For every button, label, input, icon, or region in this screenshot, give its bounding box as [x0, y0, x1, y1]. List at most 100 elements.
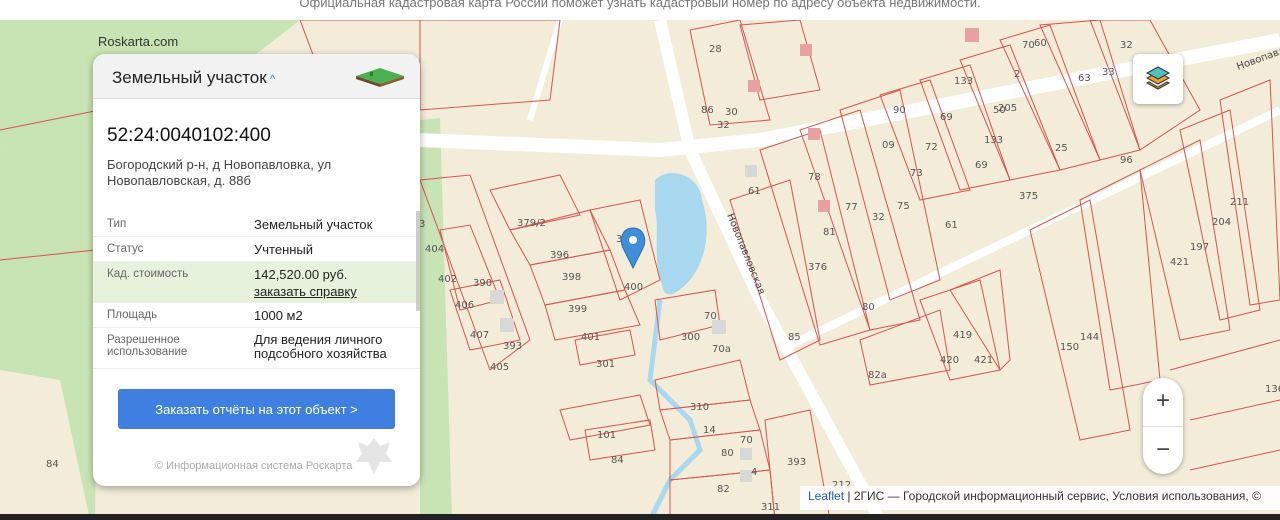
cadastral-number: 52:24:0040102:400: [107, 125, 271, 146]
parcel-label: 311: [761, 502, 780, 513]
zoom-control: + −: [1143, 378, 1183, 474]
panel-title[interactable]: Земельный участок ^: [112, 68, 275, 88]
parcel-label: 419: [953, 330, 972, 341]
panel-copyright: © Информационная система Роскарта: [155, 460, 353, 472]
map-attribution: Leaflet | 2ГИС — Городской информационны…: [800, 486, 1280, 510]
parcel-label: 85: [788, 332, 801, 343]
parcel-label: 82: [717, 484, 730, 495]
parcel-label: 301: [596, 359, 615, 370]
attr-key: Статус: [107, 243, 144, 255]
parcel-label: 375: [1019, 191, 1038, 202]
parcel-label: 144: [1080, 332, 1099, 343]
land-plot-icon: [356, 68, 404, 87]
parcel-label: 150: [1060, 342, 1079, 353]
parcel-label: 75: [897, 201, 910, 212]
parcel-label: 406: [455, 300, 474, 311]
parcel-label: 69: [940, 112, 953, 123]
parcel-label: 393: [787, 457, 806, 468]
layers-button[interactable]: [1133, 54, 1183, 104]
parcel-label: 136: [1265, 384, 1280, 395]
attr-key: Кад. стоимость: [107, 268, 189, 280]
top-banner: Официальная кадастровая карта России пом…: [0, 0, 1280, 20]
parcel-label: 86: [701, 105, 714, 116]
zoom-out-button[interactable]: −: [1143, 427, 1183, 475]
parcel-label: 73: [910, 168, 923, 179]
parcel-label: 420: [940, 355, 959, 366]
parcel-address: Богородский р-н, д Новопавловка, ул Ново…: [107, 157, 332, 188]
attr-key: Разрешенное использование: [107, 334, 188, 358]
parcel-label: 84: [46, 459, 59, 470]
leaflet-link[interactable]: Leaflet: [808, 489, 844, 503]
parcel-label: 4: [751, 467, 757, 478]
parcel-label: 09: [882, 140, 895, 151]
parcel-label: 96: [1120, 155, 1133, 166]
parcel-label: 133: [984, 135, 1003, 146]
parcel-label: 32: [872, 212, 885, 223]
parcel-label: 421: [1170, 257, 1189, 268]
parcel-label: 25: [1055, 143, 1068, 154]
parcel-label: 376: [808, 262, 827, 273]
parcel-label: 32: [1120, 40, 1133, 51]
parcel-label: 402: [438, 274, 457, 285]
attr-value: 1000 м2: [254, 308, 303, 323]
bottom-bar: [0, 514, 1280, 520]
parcel-label: 70: [740, 435, 753, 446]
parcel-label: 90: [893, 105, 906, 116]
street-label: Новопавловская: [724, 212, 767, 296]
parcel-label: 33: [1102, 67, 1115, 78]
parcel-label: 133: [954, 76, 973, 87]
parcel-label: 70а: [712, 344, 731, 355]
parcel-label: 300: [681, 332, 700, 343]
parcel-label: 80: [862, 302, 875, 313]
parcel-label: 78: [808, 172, 821, 183]
parcel-label: 30: [725, 107, 738, 118]
pond: [655, 172, 707, 295]
chevron-up-icon[interactable]: ^: [270, 72, 276, 86]
parcel-label: 84: [611, 455, 624, 466]
location-marker-icon[interactable]: [620, 227, 646, 270]
order-reports-button[interactable]: Заказать отчёты на этот объект >: [118, 389, 395, 429]
parcel-label: 101: [597, 430, 616, 441]
parcel-label: 204: [1212, 217, 1231, 228]
coat-of-arms-icon: [356, 438, 392, 474]
parcel-label: 14: [703, 425, 716, 436]
parcel-label: 421: [974, 355, 993, 366]
parcel-label: 379/2: [517, 218, 546, 229]
parcel-label: 32: [717, 120, 730, 131]
parcel-label: 69: [975, 160, 988, 171]
parcel-label: 28: [709, 44, 722, 55]
parcel-label: 72: [925, 142, 938, 153]
attr-row-cost: Кад. стоимость 142,520.00 руб. заказать …: [93, 262, 420, 303]
panel-header[interactable]: Земельный участок ^: [93, 54, 420, 99]
parcel-label: 310: [690, 402, 709, 413]
parcel-label: 81: [823, 227, 836, 238]
scrollbar[interactable]: [416, 211, 420, 311]
parcel-info-panel: Земельный участок ^ 52:24:0040102:400 Бог…: [93, 54, 420, 486]
parcel-label: 401: [581, 332, 600, 343]
banner-text: Официальная кадастровая карта России пом…: [299, 0, 981, 10]
parcel-label: 77: [845, 202, 858, 213]
parcel-label: 390: [473, 278, 492, 289]
attr-value: Земельный участок: [254, 217, 373, 232]
parcel-label: 398: [562, 272, 581, 283]
attr-value: 142,520.00 руб.: [254, 267, 348, 282]
attr-row-usage: Разрешенное использование Для ведения ли…: [93, 328, 420, 369]
parcel-label: 197: [1190, 242, 1209, 253]
parcel-label: 400: [624, 282, 643, 293]
attribution-provider[interactable]: 2ГИС — Городской информационный сервис, …: [854, 489, 1261, 503]
parcel-label: 2: [1014, 69, 1020, 80]
panel-title-text: Земельный участок: [112, 68, 267, 87]
parcel-label: 407: [470, 330, 489, 341]
parcel-label: 82а: [868, 370, 887, 381]
order-certificate-link[interactable]: заказать справку: [254, 284, 357, 299]
zoom-in-button[interactable]: +: [1143, 378, 1183, 427]
attr-key: Тип: [107, 218, 127, 230]
attr-value: Учтенный: [254, 242, 314, 257]
attr-row-area: Площадь 1000 м2: [93, 303, 420, 328]
parcel-label: 393: [503, 341, 522, 352]
site-brand: Roskarta.com: [98, 34, 179, 49]
parcel-attributes: Тип Земельный участок Статус Учтенный Ка…: [93, 212, 420, 369]
attr-value: Для ведения личного подсобного хозяйства: [254, 332, 387, 361]
parcel-label: 399: [568, 304, 587, 315]
attr-key: Площадь: [107, 309, 158, 321]
